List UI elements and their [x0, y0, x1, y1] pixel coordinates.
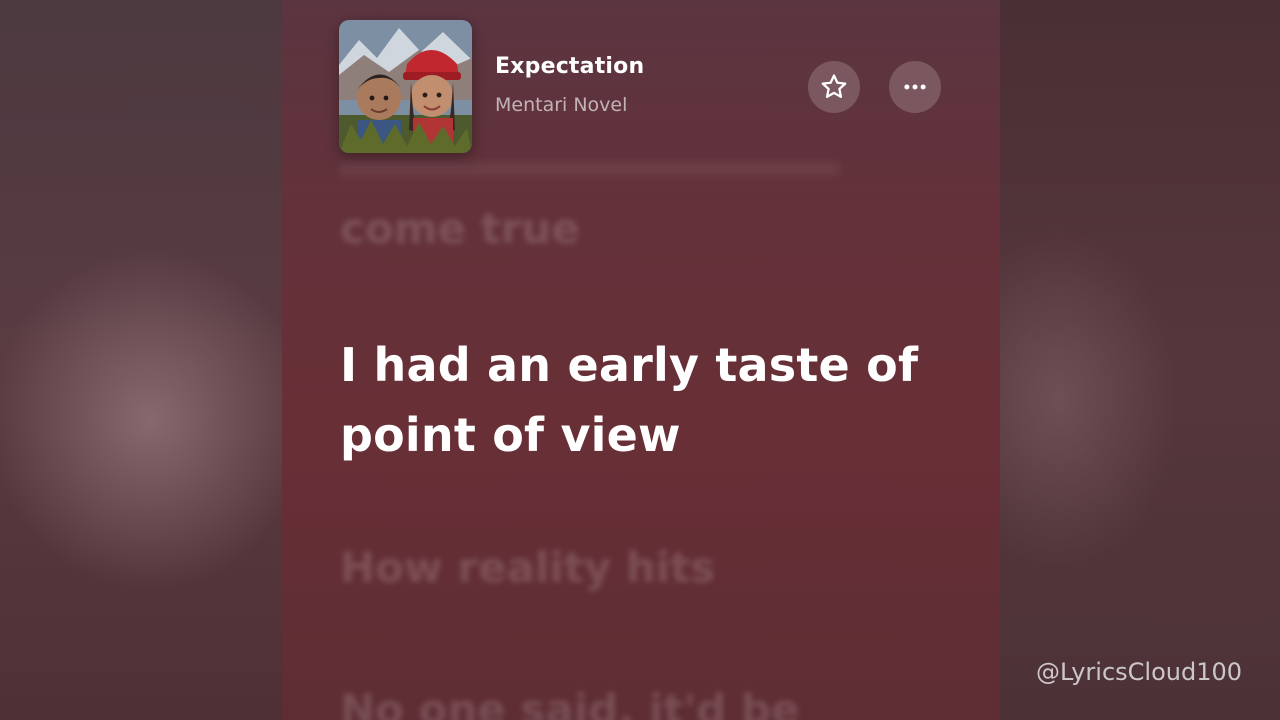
more-options-button[interactable]: [889, 61, 941, 113]
watermark-text: @LyricsCloud100: [1036, 658, 1242, 686]
lyric-line-current[interactable]: I had an early taste of point of view: [340, 330, 960, 470]
song-title: Expectation: [495, 54, 645, 79]
lyrics-screen: Expectation Mentari Novel come true I ha…: [0, 0, 1280, 720]
star-icon: [821, 74, 847, 98]
faded-lyric-fragment: [340, 162, 840, 176]
lyric-line-previous[interactable]: come true: [340, 204, 580, 253]
blurred-background-right: [998, 0, 1280, 720]
blurred-background-left: [0, 0, 282, 720]
lyric-line-next-2[interactable]: No one said, it'd be: [340, 685, 799, 720]
ellipsis-icon: [904, 84, 926, 90]
artist-name[interactable]: Mentari Novel: [495, 94, 627, 116]
lyric-line-next[interactable]: How reality hits: [340, 543, 715, 592]
favorite-button[interactable]: [808, 61, 860, 113]
album-artwork[interactable]: [339, 20, 472, 153]
